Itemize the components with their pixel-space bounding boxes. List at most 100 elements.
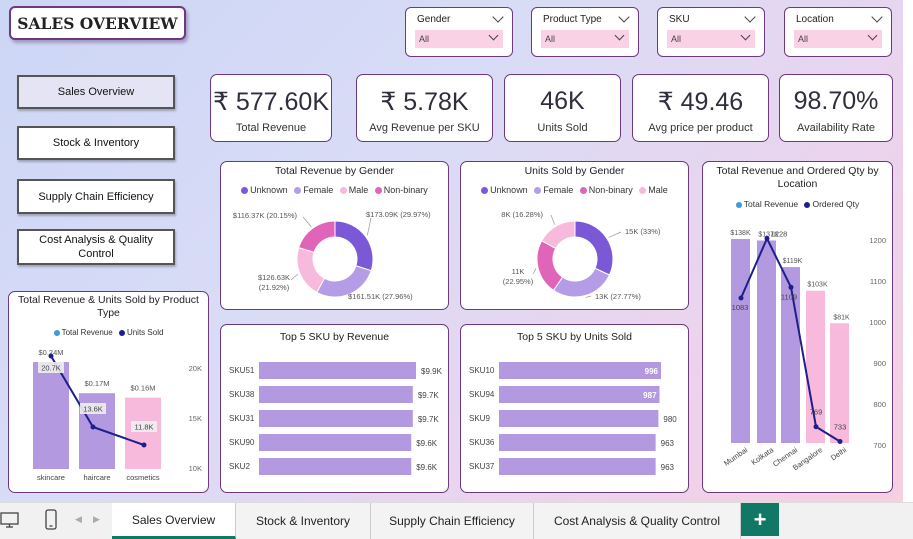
data-label: 11K	[512, 267, 525, 276]
add-page-button[interactable]: +	[741, 503, 779, 536]
revenue-units-by-product-type-chart[interactable]: Total Revenue & Units Sold by Product Ty…	[8, 291, 209, 493]
tab-supply-chain-efficiency[interactable]: Supply Chain Efficiency	[371, 503, 534, 539]
tab-sales-overview[interactable]: Sales Overview	[112, 503, 236, 539]
data-label: $0.17M	[84, 379, 109, 388]
scroll-left-icon[interactable]: ◀	[75, 514, 82, 525]
donut-slice-unknown	[334, 220, 374, 272]
data-label: $9.9K	[421, 367, 443, 376]
data-label: $0.16M	[130, 384, 155, 393]
kpi-avg-price: ₹ 49.46 Avg price per product	[632, 74, 769, 142]
category-label: skincare	[37, 473, 65, 482]
top5-sku-revenue-chart[interactable]: Top 5 SKU by Revenue SKU51 $9.9K SKU38 $9.7…	[220, 324, 449, 493]
chevron-down-icon[interactable]	[740, 30, 751, 41]
leader-line	[302, 216, 312, 227]
line-point	[90, 424, 96, 430]
revenue-ordered-qty-by-location-chart[interactable]: Total Revenue and Ordered Qty by Locatio…	[702, 161, 893, 493]
data-label: $173.09K (29.97%)	[366, 210, 431, 219]
bar	[499, 410, 659, 427]
desktop-view-icon[interactable]	[0, 510, 20, 530]
mobile-view-icon[interactable]	[44, 509, 58, 531]
nav-cost-analysis-button[interactable]: Cost Analysis & Quality Control	[17, 229, 175, 265]
chevron-down-icon[interactable]	[614, 30, 625, 41]
kpi-value: ₹ 49.46	[657, 88, 744, 116]
kpi-label: Availability Rate	[796, 122, 876, 134]
kpi-label: Avg price per product	[648, 122, 753, 134]
data-label: $116.37K (20.15%)	[233, 211, 298, 220]
data-label: (22.95%)	[503, 277, 534, 286]
bar	[757, 240, 776, 443]
leader-line	[585, 295, 592, 298]
data-label: $126.63K	[258, 273, 290, 282]
gender-slicer[interactable]: Gender All	[405, 7, 513, 57]
donut-slice-non-binary	[298, 220, 336, 254]
top5-sku-units-chart[interactable]: Top 5 SKU by Units Sold SKU10 996 SKU94 987…	[460, 324, 689, 493]
data-label: 733	[834, 422, 847, 431]
chevron-down-icon[interactable]	[744, 11, 756, 23]
data-label: 13.6K	[83, 405, 103, 414]
bar-plot: SKU51 $9.9K SKU38 $9.7K SKU31 $9.7K SKU90 $9.6K…	[229, 362, 443, 475]
category-label: SKU10	[469, 366, 495, 375]
kpi-total-revenue: ₹ 577.60K Total Revenue	[210, 74, 332, 142]
nav-supply-chain-button[interactable]: Supply Chain Efficiency	[17, 179, 175, 214]
kpi-value: ₹ 577.60K	[213, 88, 329, 116]
bar	[499, 434, 656, 451]
combo-plot: $138KMumbai$137KKolkata$119KChennai$103K…	[722, 230, 886, 473]
category-label: SKU37	[469, 462, 495, 471]
category-label: SKU2	[229, 462, 250, 471]
kpi-value: ₹ 5.78K	[380, 88, 469, 116]
kpi-availability-rate: 98.70% Availability Rate	[779, 74, 893, 142]
bar	[125, 397, 161, 469]
slicer-value: All	[798, 34, 809, 44]
line-point	[764, 236, 770, 242]
donut-slice-male	[296, 246, 326, 294]
slicer-label: SKU	[669, 14, 690, 25]
leader-line	[608, 231, 622, 238]
gender-dropdown[interactable]: All	[415, 30, 503, 48]
data-label: $9.6K	[416, 439, 438, 448]
bar	[499, 362, 661, 379]
product-type-dropdown[interactable]: All	[541, 30, 629, 48]
units-by-gender-chart[interactable]: Units Sold by Gender Unknown Female Non-…	[460, 161, 689, 310]
chevron-down-icon[interactable]	[867, 30, 878, 41]
donut-slice-unknown	[574, 220, 614, 276]
bar	[259, 434, 412, 451]
category-label: SKU36	[469, 438, 495, 447]
location-dropdown[interactable]: All	[794, 30, 882, 48]
data-label: 963	[661, 439, 675, 448]
category-label: cosmetics	[126, 473, 160, 482]
chevron-down-icon[interactable]	[618, 11, 630, 23]
chevron-down-icon[interactable]	[871, 11, 883, 23]
y2-tick-label: 1000	[869, 318, 886, 327]
product-type-slicer[interactable]: Product Type All	[531, 7, 639, 57]
bar	[731, 239, 750, 443]
tab-stock-inventory[interactable]: Stock & Inventory	[236, 503, 371, 539]
line-point	[48, 353, 54, 359]
scroll-right-icon[interactable]: ▶	[93, 514, 100, 525]
sku-dropdown[interactable]: All	[667, 30, 755, 48]
revenue-by-gender-chart[interactable]: Total Revenue by Gender Unknown Female M…	[220, 161, 449, 310]
donut-plot: $173.09K (29.97%) $161.51K (27.96%) $126.6…	[233, 210, 431, 301]
data-label: 1228	[771, 230, 788, 239]
leader-line	[366, 217, 372, 236]
page-tab-bar: ◀ ▶ Sales Overview Stock & Inventory Sup…	[0, 502, 913, 539]
combo-plot: $0.24Mskincare$0.17Mhaircare$0.16Mcosmet…	[33, 348, 202, 482]
chevron-down-icon[interactable]	[488, 30, 499, 41]
nav-stock-inventory-button[interactable]: Stock & Inventory	[17, 126, 175, 160]
data-label: $138K	[730, 230, 751, 237]
kpi-units-sold: 46K Units Sold	[504, 74, 621, 142]
nav-sales-overview-button[interactable]: Sales Overview	[17, 75, 175, 109]
line-point	[813, 424, 819, 430]
slicer-value: All	[419, 34, 430, 44]
sku-slicer[interactable]: SKU All	[657, 7, 765, 57]
y2-tick-label: 15K	[189, 414, 202, 423]
line-point	[788, 284, 794, 290]
bar	[499, 386, 660, 403]
location-slicer[interactable]: Location All	[784, 7, 892, 57]
y2-tick-label: 10K	[189, 464, 202, 473]
data-label: 13K (27.77%)	[595, 292, 641, 301]
kpi-value: 46K	[540, 87, 585, 115]
data-label: $9.6K	[416, 463, 438, 472]
tab-cost-analysis[interactable]: Cost Analysis & Quality Control	[534, 503, 741, 539]
chevron-down-icon[interactable]	[492, 11, 504, 23]
bar-plot: SKU10 996 SKU94 987 SKU9 980 SKU36 963 SKU37 963	[469, 362, 677, 475]
